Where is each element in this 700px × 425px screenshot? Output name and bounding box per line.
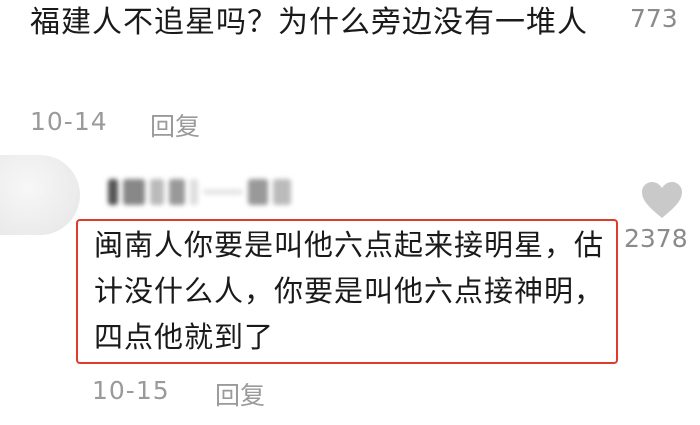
blurred-glyph	[203, 189, 243, 195]
comment-date: 10-15	[92, 376, 170, 405]
reply-button[interactable]: 回复	[150, 107, 200, 143]
comment-text: 福建人不追星吗？为什么旁边没有一堆人	[30, 5, 588, 40]
like-count[interactable]: 2378	[624, 224, 700, 253]
comment-date: 10-14	[30, 107, 108, 136]
blurred-glyph	[169, 179, 185, 205]
blurred-glyph	[108, 179, 118, 205]
blurred-glyph	[273, 179, 291, 205]
reply-button[interactable]: 回复	[215, 376, 265, 412]
blurred-glyph	[150, 179, 164, 205]
blurred-glyph	[123, 179, 145, 205]
username-blurred[interactable]	[108, 175, 298, 209]
heart-icon[interactable]	[640, 180, 684, 220]
like-count[interactable]: 773	[630, 4, 700, 33]
avatar[interactable]	[0, 155, 80, 235]
blurred-glyph	[190, 179, 198, 205]
comment-text: 闽南人你要是叫他六点起来接明星，估计没什么人，你要是叫他六点接神明，四点他就到了	[94, 228, 605, 354]
blurred-glyph	[248, 179, 268, 205]
